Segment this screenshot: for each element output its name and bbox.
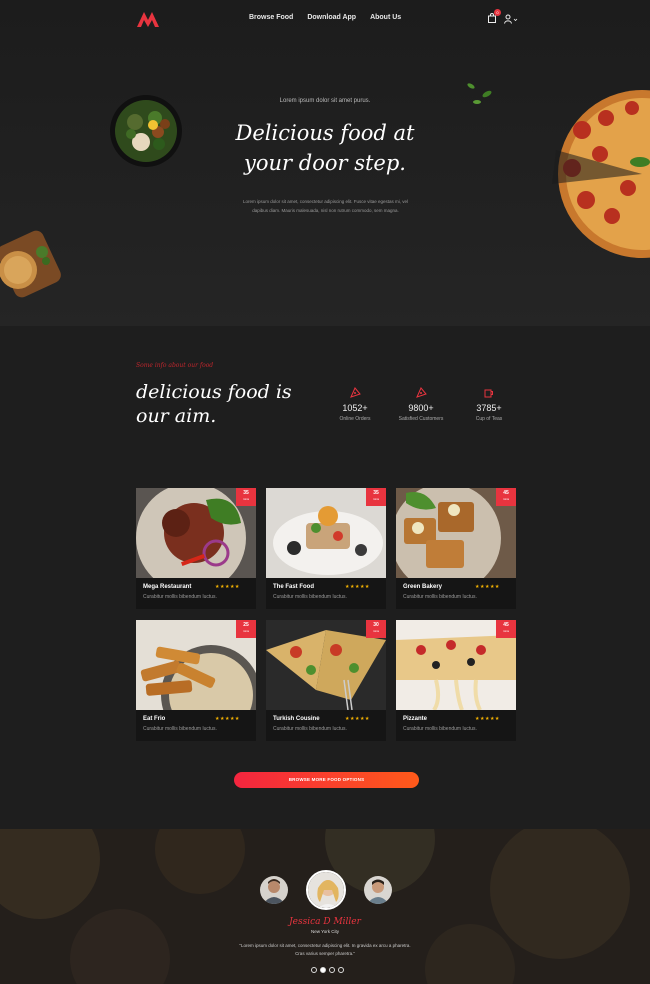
restaurant-card[interactable]: 45 mins Pizzante ★★★★★ Curabitur mollis b…	[396, 620, 516, 741]
active-reviewer-avatar[interactable]	[306, 870, 346, 910]
delivery-time-badge: 45 mins	[496, 620, 516, 638]
carousel-dot-active[interactable]	[320, 967, 326, 973]
hero-text-line1: Lorem ipsum dolor sit amet, consectetur …	[242, 199, 409, 204]
reviewer-name: Jessica D Miller	[289, 917, 361, 927]
quote-line1: "Lorem ipsum dolor sit amet, consectetur…	[239, 943, 411, 948]
card-title: Turkish Cousine	[273, 716, 320, 722]
stat-label: Online Orders	[339, 416, 371, 422]
rating-stars: ★★★★★	[475, 584, 500, 590]
rating-stars: ★★★★★	[215, 716, 240, 722]
restaurant-card[interactable]: 25 mins Eat Frio ★★★★★ Curabitur mollis b…	[136, 620, 256, 741]
nav-links: Browse Food Download App About Us	[249, 14, 415, 21]
hero-title-line2: your door step.	[244, 151, 406, 175]
pizza-image	[552, 90, 650, 258]
about-title-line1: delicious food is	[136, 381, 292, 403]
top-nav: Browse Food Download App About Us 0	[0, 0, 650, 38]
nav-download-app[interactable]: Download App	[307, 14, 356, 21]
carousel-dots	[311, 967, 344, 973]
pizza-slice-icon	[416, 387, 427, 398]
stat-value: 3785+	[476, 403, 502, 413]
card-title: Green Bakery	[403, 584, 443, 590]
hero-subtitle: Lorem ipsum dolor sit amet purus.	[279, 98, 371, 104]
about-title-line2: our aim.	[136, 405, 217, 427]
delivery-time-badge: 25 mins	[236, 620, 256, 638]
about-title: delicious food is our aim.	[136, 380, 296, 428]
card-description: Curabitur mollis bibendum luctus.	[403, 594, 477, 600]
burger-board-image	[0, 230, 61, 298]
rating-stars: ★★★★★	[345, 716, 370, 722]
rating-stars: ★★★★★	[345, 584, 370, 590]
quote-line2: Cras varius semper pharetra."	[295, 951, 355, 956]
user-icon[interactable]	[504, 14, 518, 24]
hero-title-line1: Delicious food at	[235, 121, 415, 145]
hero-text-line2: dapibus diam. Mauris malesuada, nisl non…	[252, 208, 399, 213]
delivery-time-badge: 35 mins	[366, 488, 386, 506]
salad-bowl-image	[110, 95, 182, 167]
restaurant-card[interactable]: 30 mins Turkish Cousine ★★★★★ Curabitur m…	[266, 620, 386, 741]
card-title: Pizzante	[403, 716, 428, 722]
card-title: Mega Restaurant	[143, 584, 192, 590]
reviewer-city: New York City	[310, 929, 339, 934]
card-description: Curabitur mollis bibendum luctus.	[273, 594, 347, 600]
browse-more-button[interactable]: BROWSE MORE FOOD OPTIONS	[234, 772, 419, 788]
stat-value: 9800+	[408, 403, 434, 413]
delivery-time-badge: 35 mins	[236, 488, 256, 506]
reviewer-avatar[interactable]	[260, 876, 288, 904]
card-title: Eat Frio	[143, 716, 166, 722]
carousel-dot[interactable]	[329, 967, 335, 973]
rating-stars: ★★★★★	[215, 584, 240, 590]
delivery-time-badge: 30 mins	[366, 620, 386, 638]
cup-icon	[484, 389, 493, 398]
reviewer-avatar[interactable]	[364, 876, 392, 904]
restaurant-card[interactable]: 35 mins The Fast Food ★★★★★ Curabitur mol…	[266, 488, 386, 609]
stat-satisfied-customers: 9800+ Satisfied Customers	[386, 387, 456, 422]
hero-section: Browse Food Download App About Us 0 Lore…	[0, 0, 650, 326]
nav-about-us[interactable]: About Us	[370, 14, 401, 21]
carousel-dot[interactable]	[311, 967, 317, 973]
card-description: Curabitur mollis bibendum luctus.	[143, 726, 217, 732]
card-description: Curabitur mollis bibendum luctus.	[143, 594, 217, 600]
brand-logo[interactable]	[136, 10, 160, 28]
testimonial-quote: "Lorem ipsum dolor sit amet, consectetur…	[215, 942, 435, 958]
pizza-slice-icon	[350, 387, 361, 398]
stat-online-orders: 1052+ Online Orders	[320, 387, 390, 422]
cart-count-badge: 0	[494, 9, 501, 16]
stat-label: Cup of Teas	[475, 416, 503, 422]
stat-value: 1052+	[342, 403, 368, 413]
nav-browse-food[interactable]: Browse Food	[249, 14, 293, 21]
stat-cup-of-teas: 3785+ Cup of Teas	[454, 387, 524, 422]
hero-title: Delicious food at your door step.	[225, 118, 425, 178]
rating-stars: ★★★★★	[475, 716, 500, 722]
delivery-time-badge: 45 mins	[496, 488, 516, 506]
card-description: Curabitur mollis bibendum luctus.	[403, 726, 477, 732]
restaurant-card[interactable]: 45 mins Green Bakery ★★★★★ Curabitur moll…	[396, 488, 516, 609]
about-kicker: Some info about our food	[136, 362, 214, 369]
carousel-dot[interactable]	[338, 967, 344, 973]
restaurant-card[interactable]: 35 mins Mega Restaurant ★★★★★ Curabitur m…	[136, 488, 256, 609]
card-title: The Fast Food	[273, 584, 314, 590]
stat-label: Satisfied Customers	[398, 416, 444, 422]
hero-text: Lorem ipsum dolor sit amet, consectetur …	[228, 197, 423, 215]
card-description: Curabitur mollis bibendum luctus.	[273, 726, 347, 732]
